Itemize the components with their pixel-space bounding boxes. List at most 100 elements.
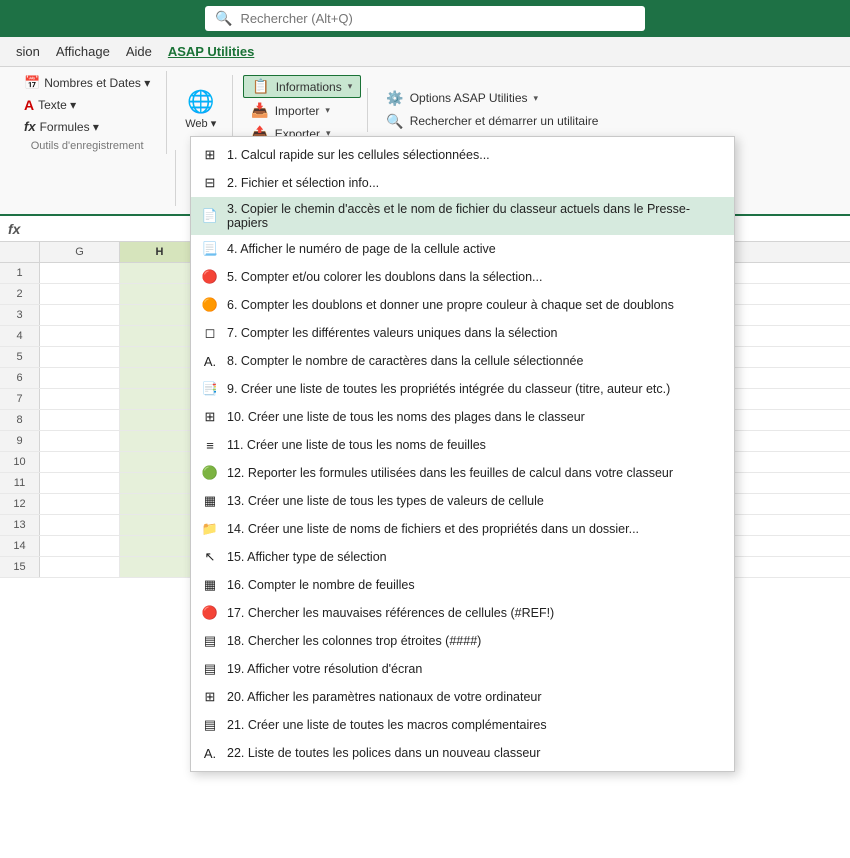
cell-g4[interactable]	[40, 326, 120, 346]
cell-g5[interactable]	[40, 347, 120, 367]
menu-item-sion[interactable]: sion	[8, 40, 48, 63]
dropdown-item-text-8: 8. Compter le nombre de caractères dans …	[227, 354, 724, 368]
dropdown-item-16[interactable]: ▦ 16. Compter le nombre de feuilles	[191, 571, 734, 599]
dropdown-item-text-2: 2. Fichier et sélection info...	[227, 176, 724, 190]
options-label: Options ASAP Utilities	[410, 91, 528, 105]
dropdown-menu: ⊞ 1. Calcul rapide sur les cellules séle…	[190, 136, 735, 772]
dropdown-item-text-12: 12. Reporter les formules utilisées dans…	[227, 466, 724, 480]
cell-g3[interactable]	[40, 305, 120, 325]
dropdown-item-19[interactable]: ▤ 19. Afficher votre résolution d'écran	[191, 655, 734, 683]
options-arrow: ▾	[534, 93, 539, 104]
dropdown-item-8[interactable]: A. 8. Compter le nombre de caractères da…	[191, 347, 734, 375]
search-input[interactable]	[240, 11, 635, 26]
dropdown-item-icon-15: ↖	[201, 548, 219, 566]
options-icon: ⚙️	[386, 90, 403, 107]
importer-button[interactable]: 📥 Importer ▾	[243, 100, 361, 121]
dropdown-item-icon-20: ⊞	[201, 688, 219, 706]
dropdown-item-5[interactable]: 🔴 5. Compter et/ou colorer les doublons …	[191, 263, 734, 291]
dropdown-item-icon-1: ⊞	[201, 146, 219, 164]
dropdown-item-9[interactable]: 📑 9. Créer une liste de toutes les propr…	[191, 375, 734, 403]
cell-h12[interactable]	[120, 494, 200, 514]
cell-g9[interactable]	[40, 431, 120, 451]
cell-g8[interactable]	[40, 410, 120, 430]
menu-item-aide[interactable]: Aide	[118, 40, 160, 63]
cell-h15[interactable]	[120, 557, 200, 577]
cell-g15[interactable]	[40, 557, 120, 577]
ribbon-btn-formules[interactable]: fx Formules ▾	[18, 117, 156, 136]
cell-h10[interactable]	[120, 452, 200, 472]
formula-bar-icon: fx	[8, 221, 20, 237]
cell-g6[interactable]	[40, 368, 120, 388]
dropdown-item-icon-18: ▤	[201, 632, 219, 650]
cell-h11[interactable]	[120, 473, 200, 493]
dropdown-item-13[interactable]: ▦ 13. Créer une liste de tous les types …	[191, 487, 734, 515]
cell-h9[interactable]	[120, 431, 200, 451]
cell-g14[interactable]	[40, 536, 120, 556]
dropdown-item-3[interactable]: 📄 3. Copier le chemin d'accès et le nom …	[191, 197, 734, 235]
cell-h5[interactable]	[120, 347, 200, 367]
informations-icon: 📋	[252, 78, 269, 95]
dropdown-item-18[interactable]: ▤ 18. Chercher les colonnes trop étroite…	[191, 627, 734, 655]
cell-g11[interactable]	[40, 473, 120, 493]
dropdown-item-7[interactable]: ◻ 7. Compter les différentes valeurs uni…	[191, 319, 734, 347]
dropdown-item-icon-3: 📄	[201, 207, 219, 225]
ribbon-btn-nombres[interactable]: 📅 Nombres et Dates ▾	[18, 73, 156, 93]
cell-h13[interactable]	[120, 515, 200, 535]
search-input-wrap[interactable]: 🔍	[205, 6, 645, 31]
cell-h2[interactable]	[120, 284, 200, 304]
web-icon: 🌐	[187, 89, 214, 115]
dropdown-item-15[interactable]: ↖ 15. Afficher type de sélection	[191, 543, 734, 571]
dropdown-item-20[interactable]: ⊞ 20. Afficher les paramètres nationaux …	[191, 683, 734, 711]
importer-icon: 📥	[251, 102, 268, 119]
dropdown-item-2[interactable]: ⊟ 2. Fichier et sélection info...	[191, 169, 734, 197]
cell-h6[interactable]	[120, 368, 200, 388]
dropdown-item-22[interactable]: A. 22. Liste de toutes les polices dans …	[191, 739, 734, 767]
dropdown-item-4[interactable]: 📃 4. Afficher le numéro de page de la ce…	[191, 235, 734, 263]
cell-g2[interactable]	[40, 284, 120, 304]
dropdown-item-icon-6: 🟠	[201, 296, 219, 314]
ribbon-btn-texte[interactable]: A Texte ▾	[18, 95, 156, 115]
dropdown-item-12[interactable]: 🟢 12. Reporter les formules utilisées da…	[191, 459, 734, 487]
row-num-5: 5	[0, 347, 40, 367]
dropdown-item-21[interactable]: ▤ 21. Créer une liste de toutes les macr…	[191, 711, 734, 739]
cell-h8[interactable]	[120, 410, 200, 430]
rechercher-button[interactable]: 🔍 Rechercher et démarrer un utilitaire	[378, 111, 606, 132]
cell-h1[interactable]	[120, 263, 200, 283]
dropdown-item-17[interactable]: 🔴 17. Chercher les mauvaises références …	[191, 599, 734, 627]
informations-button[interactable]: 📋 Informations ▾	[243, 75, 361, 98]
dropdown-item-14[interactable]: 📁 14. Créer une liste de noms de fichier…	[191, 515, 734, 543]
cell-g10[interactable]	[40, 452, 120, 472]
row-num-9: 9	[0, 431, 40, 451]
dropdown-item-icon-2: ⊟	[201, 174, 219, 192]
options-button[interactable]: ⚙️ Options ASAP Utilities ▾	[378, 88, 606, 109]
cell-g7[interactable]	[40, 389, 120, 409]
importer-label: Importer	[275, 104, 320, 118]
dropdown-item-text-1: 1. Calcul rapide sur les cellules sélect…	[227, 148, 724, 162]
dropdown-item-icon-21: ▤	[201, 716, 219, 734]
importer-arrow: ▾	[325, 105, 330, 116]
menu-item-asap[interactable]: ASAP Utilities	[160, 40, 262, 63]
cell-g12[interactable]	[40, 494, 120, 514]
dropdown-item-10[interactable]: ⊞ 10. Créer une liste de tous les noms d…	[191, 403, 734, 431]
informations-label: Informations	[276, 80, 342, 94]
cell-h4[interactable]	[120, 326, 200, 346]
row-num-4: 4	[0, 326, 40, 346]
dropdown-item-icon-16: ▦	[201, 576, 219, 594]
web-button[interactable]: 🌐 Web ▾	[175, 85, 226, 134]
dropdown-item-text-4: 4. Afficher le numéro de page de la cell…	[227, 242, 724, 256]
menu-item-affichage[interactable]: Affichage	[48, 40, 118, 63]
row-num-7: 7	[0, 389, 40, 409]
dropdown-item-1[interactable]: ⊞ 1. Calcul rapide sur les cellules séle…	[191, 141, 734, 169]
ribbon-btn-texte-label: Texte ▾	[38, 98, 76, 112]
cell-h14[interactable]	[120, 536, 200, 556]
dropdown-item-6[interactable]: 🟠 6. Compter les doublons et donner une …	[191, 291, 734, 319]
cell-h3[interactable]	[120, 305, 200, 325]
cell-g1[interactable]	[40, 263, 120, 283]
dropdown-item-11[interactable]: ≡ 11. Créer une liste de tous les noms d…	[191, 431, 734, 459]
row-num-11: 11	[0, 473, 40, 493]
dropdown-item-icon-17: 🔴	[201, 604, 219, 622]
cell-g13[interactable]	[40, 515, 120, 535]
dropdown-item-text-7: 7. Compter les différentes valeurs uniqu…	[227, 326, 724, 340]
cell-h7[interactable]	[120, 389, 200, 409]
text-icon: A	[24, 97, 34, 113]
